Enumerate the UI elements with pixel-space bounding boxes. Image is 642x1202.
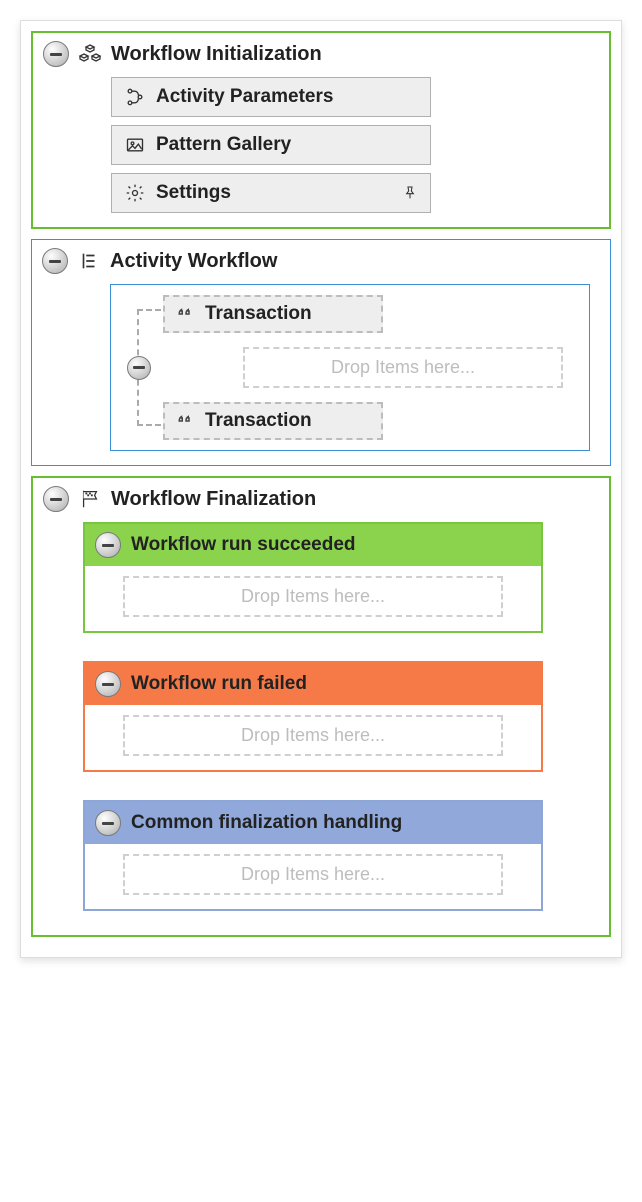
section-activity-workflow: Activity Workflow Transaction Drop Item	[31, 239, 611, 466]
collapse-button[interactable]	[42, 248, 68, 274]
transaction-label: Transaction	[205, 410, 312, 432]
collapse-button[interactable]	[95, 810, 121, 836]
activity-parameters-button[interactable]: Activity Parameters	[111, 77, 431, 117]
section-title: Workflow Initialization	[111, 43, 322, 66]
init-buttons: Activity Parameters Pattern Gallery	[111, 77, 431, 213]
tree-connector	[129, 305, 159, 430]
drop-zone[interactable]: Drop Items here...	[123, 854, 503, 895]
subpanel-body: Drop Items here...	[85, 705, 541, 770]
drop-zone[interactable]: Drop Items here...	[243, 347, 563, 388]
list-icon	[76, 248, 102, 274]
drop-zone[interactable]: Drop Items here...	[123, 715, 503, 756]
section-title: Activity Workflow	[110, 250, 277, 273]
drop-zone[interactable]: Drop Items here...	[123, 576, 503, 617]
button-label: Activity Parameters	[156, 86, 420, 108]
collapse-button[interactable]	[95, 671, 121, 697]
section-initialization: Workflow Initialization Activity Paramet…	[31, 31, 611, 229]
section-header: Activity Workflow	[42, 248, 600, 274]
image-icon	[122, 132, 148, 158]
pattern-gallery-button[interactable]: Pattern Gallery	[111, 125, 431, 165]
collapse-button[interactable]	[43, 41, 69, 67]
subpanel-failed: Workflow run failed Drop Items here...	[83, 661, 543, 772]
workflow-designer: Workflow Initialization Activity Paramet…	[20, 20, 622, 958]
subpanel-header: Workflow run failed	[85, 663, 541, 705]
collapse-button[interactable]	[127, 356, 151, 380]
transaction-node[interactable]: Transaction	[163, 402, 383, 440]
subpanel-succeeded: Workflow run succeeded Drop Items here..…	[83, 522, 543, 633]
subpanel-title: Workflow run failed	[131, 673, 307, 695]
transaction-label: Transaction	[205, 303, 312, 325]
gear-icon	[122, 180, 148, 206]
quote-icon	[175, 408, 197, 434]
transaction-node[interactable]: Transaction	[163, 295, 383, 333]
cubes-icon	[77, 41, 103, 67]
section-finalization: Workflow Finalization Workflow run succe…	[31, 476, 611, 937]
button-label: Pattern Gallery	[156, 134, 420, 156]
activity-body[interactable]: Transaction Drop Items here... Transacti…	[110, 284, 590, 451]
settings-button[interactable]: Settings	[111, 173, 431, 213]
quote-icon	[175, 301, 197, 327]
subpanel-title: Common finalization handling	[131, 812, 402, 834]
branch-icon	[122, 84, 148, 110]
flag-icon	[77, 486, 103, 512]
subpanel-header: Common finalization handling	[85, 802, 541, 844]
pin-icon[interactable]	[400, 184, 420, 202]
collapse-button[interactable]	[43, 486, 69, 512]
subpanel-body: Drop Items here...	[85, 566, 541, 631]
collapse-button[interactable]	[95, 532, 121, 558]
section-header: Workflow Finalization	[43, 486, 599, 512]
section-header: Workflow Initialization	[43, 41, 599, 67]
subpanel-header: Workflow run succeeded	[85, 524, 541, 566]
subpanel-title: Workflow run succeeded	[131, 534, 356, 556]
subpanel-common: Common finalization handling Drop Items …	[83, 800, 543, 911]
section-title: Workflow Finalization	[111, 488, 316, 511]
subpanel-body: Drop Items here...	[85, 844, 541, 909]
button-label: Settings	[156, 182, 392, 204]
